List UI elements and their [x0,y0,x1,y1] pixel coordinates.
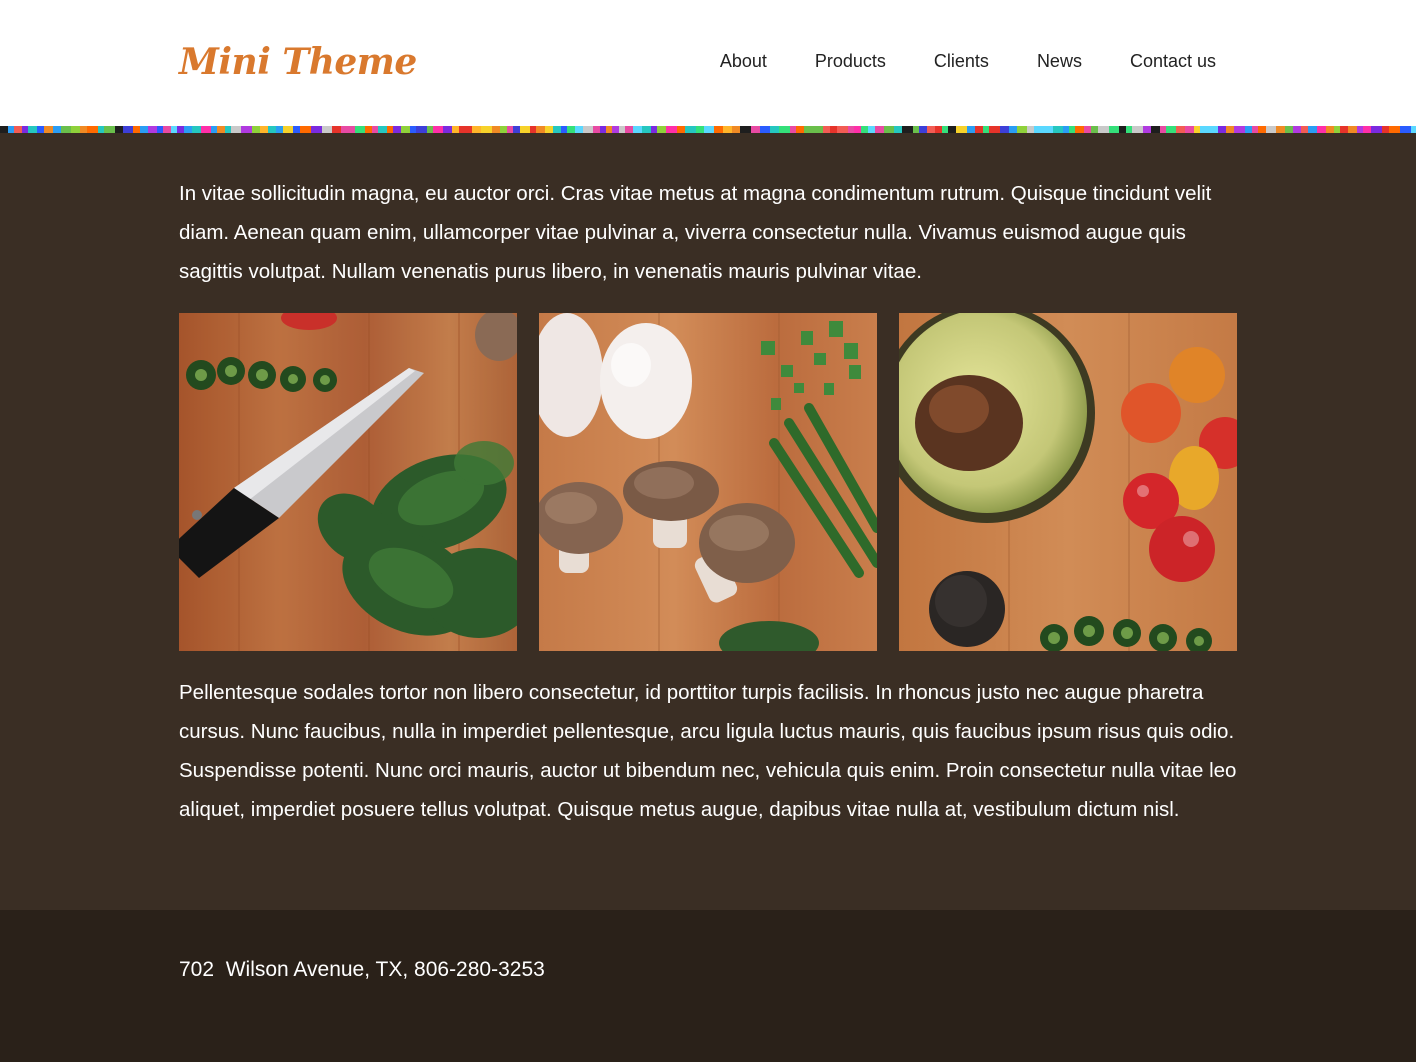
nav-item-about[interactable]: About [720,48,767,74]
body-paragraph: Pellentesque sodales tortor non libero c… [179,681,1237,821]
main-nav: About Products Clients News Contact us [720,48,1216,74]
main-content: In vitae sollicitudin magna, eu auctor o… [0,133,1416,910]
site-header: Mini Theme About Products Clients News C… [0,0,1416,126]
nav-item-products[interactable]: Products [815,48,886,74]
site-logo[interactable]: Mini Theme [179,38,417,86]
decorative-color-stripe [0,126,1416,133]
intro-paragraph: In vitae sollicitudin magna, eu auctor o… [179,182,1212,283]
photo-gallery [179,313,1237,651]
eggs-mushrooms-photo [539,313,877,651]
footer-address: 702 Wilson Avenue, TX, 806-280-3253 [179,958,545,981]
knife-spinach-photo [179,313,517,651]
site-footer: 702 Wilson Avenue, TX, 806-280-3253 [0,910,1416,1062]
nav-item-contact[interactable]: Contact us [1130,48,1216,74]
avocado-tomatoes-photo [899,313,1237,651]
nav-item-clients[interactable]: Clients [934,48,989,74]
nav-item-news[interactable]: News [1037,48,1082,74]
